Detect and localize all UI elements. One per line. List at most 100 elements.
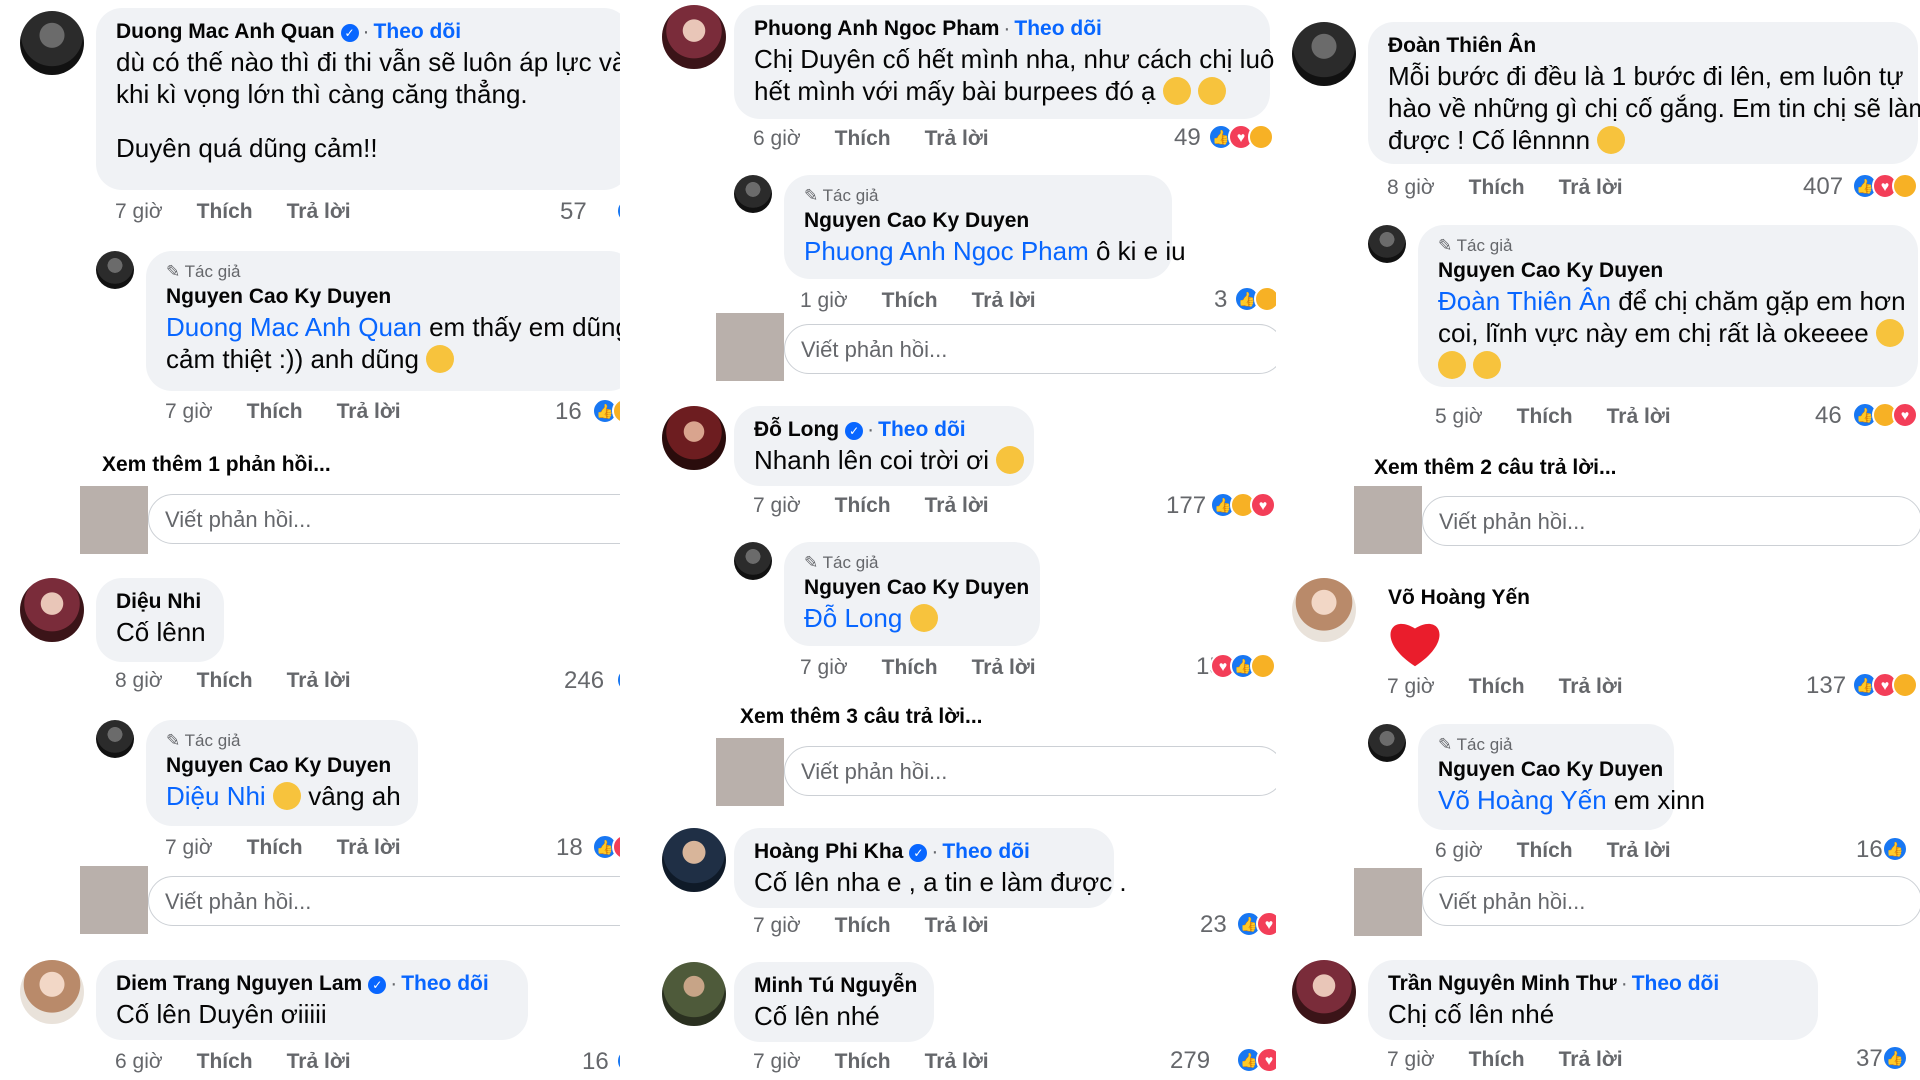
timestamp[interactable]: 8 giờ (1387, 176, 1435, 199)
reaction-icons[interactable]: 👍 (616, 1048, 620, 1074)
reaction-count[interactable]: 57 (560, 198, 587, 226)
like-button[interactable]: Thích (835, 127, 891, 150)
follow-link[interactable]: Theo dõi (942, 840, 1030, 863)
reaction-count[interactable]: 279 (1170, 1047, 1210, 1075)
reply-button[interactable]: Trả lời (972, 656, 1036, 679)
reply-button[interactable]: Trả lời (1607, 405, 1671, 428)
commenter-name[interactable]: Đoàn Thiên Ân (1388, 32, 1898, 60)
like-button[interactable]: Thích (835, 914, 891, 937)
reply-input[interactable]: Viết phản hồi... (1422, 496, 1920, 546)
reaction-icons[interactable]: 👍♥ (1852, 672, 1918, 698)
reply-button[interactable]: Trả lời (1559, 675, 1623, 698)
reaction-count[interactable]: 18 (556, 834, 583, 862)
avatar[interactable] (20, 578, 84, 642)
reaction-icons[interactable]: 👍 (1234, 286, 1276, 312)
like-button[interactable]: Thích (882, 656, 938, 679)
reply-input[interactable]: Viết phản hồi... (148, 876, 620, 926)
reaction-count[interactable]: 37 (1856, 1045, 1883, 1073)
reply-button[interactable]: Trả lời (925, 1050, 989, 1073)
like-button[interactable]: Thích (247, 836, 303, 859)
reaction-count[interactable]: 16 (555, 398, 582, 426)
reaction-count[interactable]: 3 (1214, 286, 1227, 314)
reaction-count[interactable]: 23 (1200, 911, 1227, 939)
commenter-name[interactable]: Trần Nguyên Minh Thư (1388, 972, 1617, 995)
like-button[interactable]: Thích (1469, 675, 1525, 698)
reaction-icons[interactable]: 👍 (616, 667, 620, 693)
view-more-replies[interactable]: Xem thêm 1 phản hồi... (102, 453, 331, 477)
reaction-count[interactable]: 177 (1166, 492, 1206, 520)
mention-link[interactable]: Đoàn Thiên Ân (1438, 286, 1611, 316)
timestamp[interactable]: 6 giờ (753, 127, 801, 150)
timestamp[interactable]: 6 giờ (1435, 839, 1483, 862)
commenter-name[interactable]: Diệu Nhi (116, 588, 204, 616)
commenter-name[interactable]: Phuong Anh Ngoc Pham (754, 17, 999, 40)
avatar[interactable] (20, 11, 84, 75)
like-button[interactable]: Thích (835, 494, 891, 517)
timestamp[interactable]: 8 giờ (115, 669, 163, 692)
follow-link[interactable]: Theo dõi (1632, 972, 1720, 995)
reply-button[interactable]: Trả lời (925, 914, 989, 937)
reaction-count[interactable]: 246 (564, 667, 604, 695)
timestamp[interactable]: 6 giờ (115, 1050, 163, 1073)
follow-link[interactable]: Theo dõi (374, 20, 462, 43)
avatar[interactable] (1292, 578, 1356, 642)
avatar[interactable] (1292, 22, 1356, 86)
timestamp[interactable]: 7 giờ (1387, 675, 1435, 698)
commenter-name[interactable]: Minh Tú Nguyễn (754, 972, 917, 1000)
commenter-name[interactable]: Nguyen Cao Ky Duyen (1438, 756, 1663, 784)
reaction-count[interactable]: 407 (1803, 173, 1843, 201)
commenter-name[interactable]: Diem Trang Nguyen Lam (116, 972, 362, 995)
like-button[interactable]: Thích (197, 200, 253, 223)
reaction-icons[interactable]: 👍♥ (1210, 492, 1276, 518)
reaction-count[interactable]: 137 (1806, 672, 1846, 700)
commenter-name[interactable]: Nguyen Cao Ky Duyen (804, 207, 1152, 235)
avatar[interactable] (1368, 724, 1406, 762)
avatar[interactable] (20, 960, 84, 1024)
follow-link[interactable]: Theo dõi (878, 418, 966, 441)
avatar[interactable] (734, 175, 772, 213)
commenter-name[interactable]: Hoàng Phi Kha (754, 840, 903, 863)
reaction-icons[interactable]: 👍♥ (1236, 1047, 1276, 1073)
reply-input[interactable]: Viết phản hồi... (1422, 876, 1920, 926)
view-more-replies[interactable]: Xem thêm 3 câu trả lời... (740, 705, 983, 729)
avatar[interactable] (662, 5, 726, 69)
reaction-icons[interactable]: ♥ 👍 (1210, 653, 1276, 679)
mention-link[interactable]: Võ Hoàng Yến (1438, 785, 1607, 815)
reply-button[interactable]: Trả lời (1559, 1048, 1623, 1071)
reply-button[interactable]: Trả lời (287, 200, 351, 223)
avatar[interactable] (662, 962, 726, 1026)
reply-button[interactable]: Trả lời (287, 669, 351, 692)
reply-input[interactable]: Viết phản hồi... (784, 746, 1276, 796)
reply-button[interactable]: Trả lời (972, 289, 1036, 312)
commenter-name[interactable]: Nguyen Cao Ky Duyen (1438, 257, 1898, 285)
reaction-count[interactable]: 16 (1856, 836, 1883, 864)
timestamp[interactable]: 7 giờ (165, 836, 213, 859)
timestamp[interactable]: 7 giờ (165, 400, 213, 423)
reply-button[interactable]: Trả lời (925, 494, 989, 517)
commenter-name[interactable]: Nguyen Cao Ky Duyen (804, 574, 1029, 602)
like-button[interactable]: Thích (882, 289, 938, 312)
reply-button[interactable]: Trả lời (337, 400, 401, 423)
mention-link[interactable]: Duong Mac Anh Quan (166, 312, 422, 342)
avatar[interactable] (1368, 225, 1406, 263)
timestamp[interactable]: 7 giờ (800, 656, 848, 679)
avatar[interactable] (1292, 960, 1356, 1024)
like-button[interactable]: Thích (1517, 839, 1573, 862)
like-button[interactable]: Thích (1517, 405, 1573, 428)
like-button[interactable]: Thích (1469, 1048, 1525, 1071)
timestamp[interactable]: 7 giờ (753, 1050, 801, 1073)
commenter-name[interactable]: Nguyen Cao Ky Duyen (166, 752, 398, 780)
avatar[interactable] (734, 542, 772, 580)
like-button[interactable]: Thích (835, 1050, 891, 1073)
reaction-count[interactable]: 49 (1174, 124, 1201, 152)
reply-button[interactable]: Trả lời (1607, 839, 1671, 862)
avatar[interactable] (96, 720, 134, 758)
like-button[interactable]: Thích (247, 400, 303, 423)
mention-link[interactable]: Diệu Nhi (166, 781, 266, 811)
follow-link[interactable]: Theo dõi (401, 972, 489, 995)
reaction-icons[interactable]: 👍♥ (1852, 173, 1918, 199)
timestamp[interactable]: 7 giờ (115, 200, 163, 223)
mention-link[interactable]: Phuong Anh Ngoc Pham (804, 236, 1089, 266)
like-button[interactable]: Thích (197, 669, 253, 692)
avatar[interactable] (662, 828, 726, 892)
